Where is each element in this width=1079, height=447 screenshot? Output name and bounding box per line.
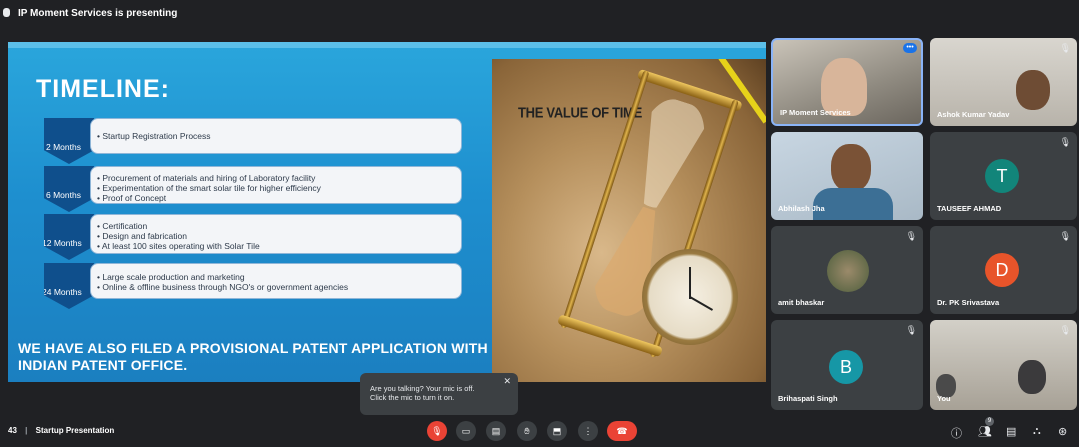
mic-off-icon: 🎙︎ bbox=[1059, 43, 1071, 53]
patent-line: INDIAN PATENT OFFICE. bbox=[18, 357, 188, 373]
timeline-box: Startup Registration Process bbox=[90, 118, 462, 154]
participant-tile[interactable]: 🎙︎ Ashok Kumar Yadav bbox=[930, 38, 1077, 126]
timeline-chevron: 6 Months bbox=[44, 166, 94, 212]
participant-name: Dr. PK Srivastava bbox=[937, 298, 1000, 307]
end-call-icon[interactable]: ☎︎ bbox=[607, 421, 637, 441]
present-icon[interactable]: ⬒ bbox=[547, 421, 567, 441]
slide-title: TIMELINE: bbox=[36, 75, 170, 103]
participant-name: TAUSEEF AHMAD bbox=[937, 204, 1002, 213]
info-icon[interactable]: ⓘ bbox=[951, 425, 962, 441]
tooltip-line: Click the mic to turn it on. bbox=[370, 393, 455, 402]
participant-name: IP Moment Services bbox=[780, 108, 851, 117]
participant-tile[interactable]: 🎙︎ T TAUSEEF AHMAD bbox=[930, 132, 1077, 220]
participant-tile[interactable]: 🎙︎ You bbox=[930, 320, 1077, 410]
timeline-item: Proof of Concept bbox=[97, 193, 455, 203]
more-icon[interactable]: ⋮ bbox=[578, 421, 598, 441]
timeline-box: Certification Design and fabrication At … bbox=[90, 214, 462, 254]
participant-video bbox=[831, 144, 871, 192]
avatar: T bbox=[985, 159, 1019, 193]
meeting-time: 43 bbox=[8, 426, 17, 435]
participant-name: Ashok Kumar Yadav bbox=[937, 110, 1010, 119]
presenter-bar: IP Moment Services is presenting bbox=[0, 0, 1079, 28]
mic-off-icon: 🎙︎ bbox=[905, 231, 917, 241]
slide-stripe bbox=[8, 42, 766, 48]
tooltip-line: Are you talking? Your mic is off. bbox=[370, 384, 475, 393]
participant-tile[interactable]: 🎙︎ amit bhaskar bbox=[771, 226, 923, 314]
camera-icon[interactable]: ▭ bbox=[456, 421, 476, 441]
participant-name: amit bhaskar bbox=[778, 298, 825, 307]
participant-video bbox=[1016, 70, 1050, 110]
timeline-item: Large scale production and marketing bbox=[97, 272, 455, 282]
avatar: B bbox=[829, 350, 863, 384]
participant-name: Brihaspati Singh bbox=[778, 394, 838, 403]
mic-off-tooltip: ✕ Are you talking? Your mic is off. Clic… bbox=[360, 373, 518, 423]
mic-off-icon: 🎙︎ bbox=[1059, 325, 1071, 335]
timeline-box: Large scale production and marketing Onl… bbox=[90, 263, 462, 299]
participant-tile[interactable]: 🎙︎ B Brihaspati Singh bbox=[771, 320, 923, 410]
timeline-item: Design and fabrication bbox=[97, 231, 455, 241]
timeline-box: Procurement of materials and hiring of L… bbox=[90, 166, 462, 204]
raise-hand-icon[interactable]: ✋︎ bbox=[517, 421, 537, 441]
timeline-item: Online & offline business through NGO's … bbox=[97, 282, 455, 292]
mic-off-icon[interactable]: 🎙︎ bbox=[427, 421, 447, 441]
presentation-icon bbox=[3, 8, 10, 17]
patent-line: WE HAVE ALSO FILED A PROVISIONAL PATENT … bbox=[18, 340, 521, 356]
timeline-chevron: 2 Months bbox=[44, 118, 94, 164]
participant-name: Abhilash Jha bbox=[778, 204, 825, 213]
timeline-chevron: 12 Months bbox=[44, 214, 94, 260]
avatar: D bbox=[985, 253, 1019, 287]
patent-statement: WE HAVE ALSO FILED A PROVISIONAL PATENT … bbox=[18, 340, 558, 374]
participant-tile[interactable]: Abhilash Jha bbox=[771, 132, 923, 220]
participant-video bbox=[1018, 360, 1046, 394]
meeting-info: 43 | Startup Presentation bbox=[8, 426, 115, 435]
participant-tile[interactable]: ••• IP Moment Services bbox=[771, 38, 923, 126]
timeline-item: Experimentation of the smart solar tile … bbox=[97, 183, 455, 193]
people-icon[interactable]: 👥︎ bbox=[978, 425, 992, 438]
activities-icon[interactable]: ⛬ bbox=[1033, 425, 1041, 438]
captions-icon[interactable]: ▤ bbox=[486, 421, 506, 441]
mic-off-icon: 🎙︎ bbox=[905, 325, 917, 335]
close-icon[interactable]: ✕ bbox=[503, 377, 511, 386]
meeting-controls-bar: 43 | Startup Presentation 🎙︎ ▭ ▤ ✋︎ ⬒ ⋮ … bbox=[0, 415, 1079, 447]
people-count-badge: 9 bbox=[985, 417, 994, 426]
shared-slide: TIMELINE: 2 Months Startup Registration … bbox=[8, 42, 766, 382]
more-options-icon[interactable]: ••• bbox=[903, 43, 917, 53]
mic-off-icon: 🎙︎ bbox=[1059, 137, 1071, 147]
timeline-item: At least 100 sites operating with Solar … bbox=[97, 241, 455, 251]
chat-icon[interactable]: ▤ bbox=[1006, 425, 1016, 438]
timeline-item: Certification bbox=[97, 221, 455, 231]
hourglass-image: THE VALUE OF TIME bbox=[492, 59, 766, 382]
pocket-watch-icon bbox=[642, 249, 738, 345]
participant-name: You bbox=[937, 394, 951, 403]
timeline-chevron: 24 Months bbox=[44, 263, 94, 309]
timeline-item: Startup Registration Process bbox=[97, 131, 455, 141]
host-controls-icon[interactable]: ⊛ bbox=[1058, 425, 1067, 438]
meeting-name: Startup Presentation bbox=[35, 426, 115, 435]
avatar bbox=[827, 250, 869, 292]
presenting-label: IP Moment Services is presenting bbox=[18, 8, 178, 19]
timeline-item: Procurement of materials and hiring of L… bbox=[97, 173, 455, 183]
mic-off-icon: 🎙︎ bbox=[1059, 231, 1071, 241]
participant-tile[interactable]: 🎙︎ D Dr. PK Srivastava bbox=[930, 226, 1077, 314]
